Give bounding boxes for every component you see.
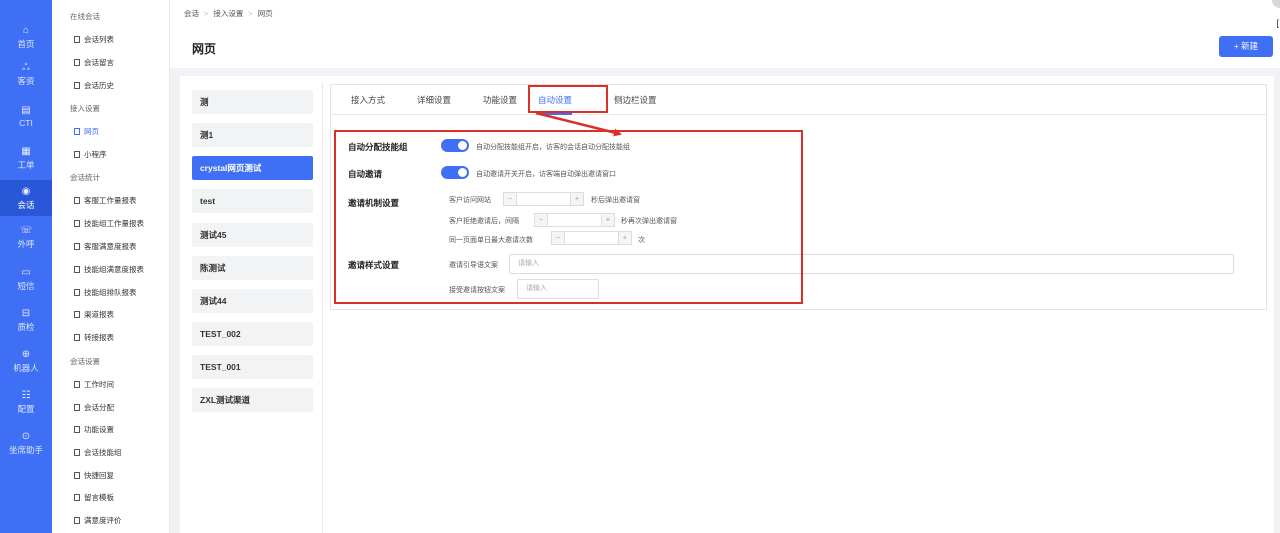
tab-access-method[interactable]: 接入方式 — [351, 85, 385, 115]
nav-item-cti[interactable]: ▤ CTI — [0, 105, 52, 133]
tab-detail-settings[interactable]: 详细设置 — [417, 85, 451, 115]
document-icon — [74, 128, 80, 135]
subnav-item-skill-satisfaction[interactable]: 技能组满意度报表 — [74, 264, 144, 275]
document-icon — [74, 494, 80, 501]
subnav-item-session-assign[interactable]: 会话分配 — [74, 402, 114, 413]
divider — [322, 82, 323, 533]
nav-item-ticket[interactable]: ▦ 工单 — [0, 146, 52, 174]
annotation-box-settings — [334, 130, 803, 304]
document-icon — [74, 197, 80, 204]
nav-item-chat[interactable]: ◉ 会话 — [0, 180, 52, 216]
customers-icon: ஃ — [22, 62, 30, 73]
subnav-item-session-history[interactable]: 会话历史 — [74, 80, 114, 91]
subnav-item-webpage[interactable]: 网页 — [74, 126, 99, 137]
robot-icon: ⊕ — [21, 349, 31, 360]
subnav-item-feature-settings[interactable]: 功能设置 — [74, 424, 114, 435]
channel-item[interactable]: 测试44 — [192, 289, 313, 313]
subnav-item-transfer-report[interactable]: 转接报表 — [74, 332, 114, 343]
cti-icon: ▤ — [21, 105, 31, 116]
subnav-item-session-skill-group[interactable]: 会话技能组 — [74, 447, 122, 458]
subnav-item-channel-report[interactable]: 渠道报表 — [74, 309, 114, 320]
subnav-group-session-settings: 会话设置 — [70, 357, 100, 366]
window-corner — [1272, 0, 1280, 8]
channel-item[interactable]: 陈测试 — [192, 256, 313, 280]
subnav-item-satisfaction-eval[interactable]: 满意度评价 — [74, 515, 122, 526]
tab-feature-settings[interactable]: 功能设置 — [483, 85, 517, 115]
document-icon — [74, 243, 80, 250]
subnav-item-skill-workload[interactable]: 技能组工作量报表 — [74, 218, 144, 229]
assistant-icon: ⊙ — [21, 431, 31, 442]
config-icon: ☷ — [21, 390, 31, 401]
new-button[interactable]: + 新建 — [1219, 36, 1273, 57]
breadcrumb-separator-icon: > — [248, 9, 253, 18]
ticket-icon: ▦ — [21, 146, 31, 157]
corner-glyph: [ — [1276, 18, 1279, 28]
subnav-item-message-template[interactable]: 留言模板 — [74, 492, 114, 503]
subnav-item-mini-program[interactable]: 小程序 — [74, 149, 107, 160]
channel-item[interactable]: TEST_001 — [192, 355, 313, 379]
nav-item-quality[interactable]: ⊟ 质检 — [0, 308, 52, 336]
document-icon — [74, 404, 80, 411]
subnav-item-agent-satisfaction[interactable]: 客服满意度报表 — [74, 241, 137, 252]
tab-sidebar-settings[interactable]: 侧边栏设置 — [614, 85, 657, 115]
document-icon — [74, 517, 80, 524]
annotation-box-tab — [528, 85, 608, 113]
nav-item-assistant[interactable]: ⊙ 坐席助手 — [0, 431, 52, 459]
subnav-item-work-hours[interactable]: 工作时间 — [74, 379, 114, 390]
subnav-group-stats: 会话统计 — [70, 173, 100, 182]
nav-item-customers[interactable]: ஃ 客资 — [0, 62, 52, 90]
subnav-group-online: 在线会话 — [70, 12, 100, 21]
breadcrumb-item-access[interactable]: 接入设置 — [213, 9, 243, 18]
breadcrumb-item-webpage: 网页 — [257, 9, 273, 18]
document-icon — [74, 220, 80, 227]
channel-item[interactable]: 测试45 — [192, 223, 313, 247]
page-title: 网页 — [192, 42, 217, 56]
document-icon — [74, 289, 80, 296]
document-icon — [74, 311, 80, 318]
document-icon — [74, 426, 80, 433]
channel-item[interactable]: 测 — [192, 90, 313, 114]
sms-icon: ▭ — [21, 267, 31, 278]
subnav-item-skill-queue[interactable]: 技能组排队报表 — [74, 287, 137, 298]
document-icon — [74, 59, 80, 66]
subnav-group-access: 接入设置 — [70, 104, 100, 113]
nav-item-home[interactable]: ⌂ 首页 — [0, 25, 52, 53]
document-icon — [74, 266, 80, 273]
breadcrumb: 会话 > 接入设置 > 网页 — [184, 8, 273, 19]
nav-item-config[interactable]: ☷ 配置 — [0, 390, 52, 418]
document-icon — [74, 82, 80, 89]
breadcrumb-separator-icon: > — [204, 9, 209, 18]
channel-item[interactable]: test — [192, 189, 313, 213]
breadcrumb-item-session[interactable]: 会话 — [184, 9, 199, 18]
subnav-item-agent-workload[interactable]: 客服工作量报表 — [74, 195, 137, 206]
channel-item[interactable]: 测1 — [192, 123, 313, 147]
channel-item[interactable]: TEST_002 — [192, 322, 313, 346]
document-icon — [74, 381, 80, 388]
page-header: 会话 > 接入设置 > 网页 网页 + 新建 [ — [170, 0, 1280, 68]
quality-icon: ⊟ — [21, 308, 31, 319]
subnav-item-quick-reply[interactable]: 快捷回复 — [74, 470, 114, 481]
settings-tabs: 接入方式 详细设置 功能设置 自动设置 侧边栏设置 — [331, 85, 1266, 115]
nav-item-sms[interactable]: ▭ 短信 — [0, 267, 52, 295]
document-icon — [74, 449, 80, 456]
document-icon — [74, 472, 80, 479]
channel-item-active[interactable]: crystal网页测试 — [192, 156, 313, 180]
chat-icon: ◉ — [21, 186, 31, 197]
document-icon — [74, 151, 80, 158]
nav-item-outbound[interactable]: ☏ 外呼 — [0, 225, 52, 253]
nav-item-robot[interactable]: ⊕ 机器人 — [0, 349, 52, 377]
channel-item[interactable]: ZXL测试渠道 — [192, 388, 313, 412]
phone-icon: ☏ — [20, 225, 33, 236]
subnav-item-session-list[interactable]: 会话列表 — [74, 34, 114, 45]
main-nav: ⌂ 首页 ஃ 客资 ▤ CTI ▦ 工单 ◉ 会话 ☏ 外呼 ▭ 短信 ⊟ 质检… — [0, 0, 52, 533]
sub-nav: 在线会话 会话列表 会话留言 会话历史 接入设置 网页 小程序 会话统计 客服工… — [52, 0, 170, 533]
home-icon: ⌂ — [22, 25, 30, 36]
subnav-item-session-messages[interactable]: 会话留言 — [74, 57, 114, 68]
document-icon — [74, 334, 80, 341]
document-icon — [74, 36, 80, 43]
